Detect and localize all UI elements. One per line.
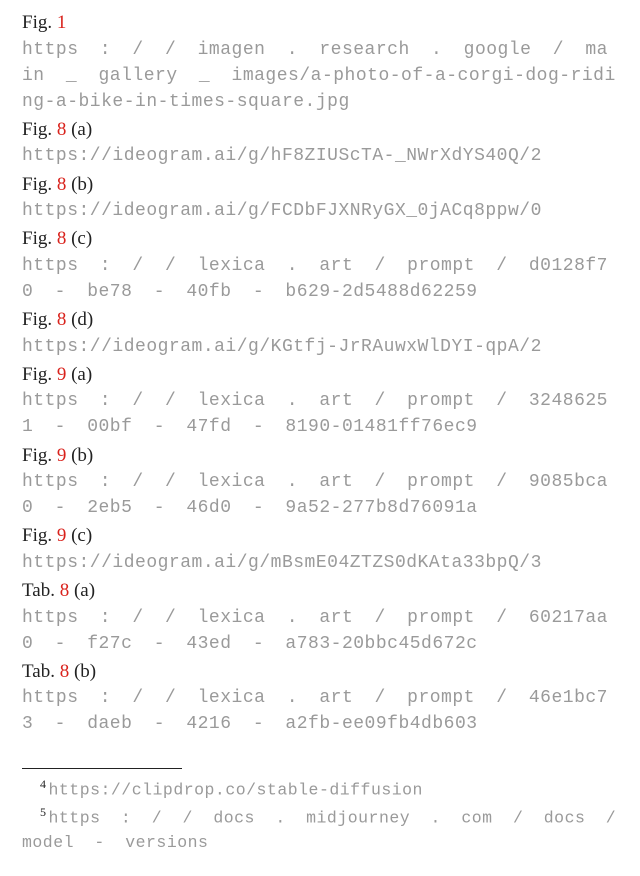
reference-label-line: Fig. 8 (d) — [22, 307, 618, 334]
footnote-marker: 4 — [40, 777, 47, 791]
reference-url[interactable]: https : / / lexica . art / prompt / 9085… — [22, 469, 618, 521]
footnotes: 4https://clipdrop.co/stable-diffusion5ht… — [22, 775, 618, 856]
reference-type: Fig. — [22, 119, 57, 140]
reference-subfigure: (c) — [66, 228, 92, 249]
reference-number: 8 — [60, 580, 70, 601]
reference-url[interactable]: https://ideogram.ai/g/mBsmE04ZTZS0dKAta3… — [22, 550, 618, 576]
reference-type: Tab. — [22, 580, 60, 601]
reference-url[interactable]: https : / / lexica . art / prompt / 46e1… — [22, 685, 618, 737]
reference-type: Fig. — [22, 309, 57, 330]
reference-entry: Fig. 9 (c)https://ideogram.ai/g/mBsmE04Z… — [22, 523, 618, 576]
reference-url[interactable]: https : / / lexica . art / prompt / 6021… — [22, 605, 618, 657]
reference-label-line: Fig. 8 (c) — [22, 226, 618, 253]
reference-url[interactable]: https://ideogram.ai/g/FCDbFJXNRyGX_0jACq… — [22, 198, 618, 224]
reference-type: Tab. — [22, 661, 60, 682]
reference-subfigure: (d) — [66, 309, 93, 330]
reference-subfigure: (b) — [66, 174, 93, 195]
reference-url[interactable]: https://ideogram.ai/g/hF8ZIUScTA-_NWrXdY… — [22, 143, 618, 169]
reference-entry: Fig. 8 (c)https : / / lexica . art / pro… — [22, 226, 618, 305]
reference-entry: Fig. 9 (a)https : / / lexica . art / pro… — [22, 362, 618, 441]
reference-subfigure: (a) — [69, 580, 95, 601]
reference-entry: Tab. 8 (b)https : / / lexica . art / pro… — [22, 659, 618, 738]
reference-subfigure: (b) — [66, 445, 93, 466]
reference-number: 8 — [57, 228, 67, 249]
reference-entry: Fig. 8 (a)https://ideogram.ai/g/hF8ZIUSc… — [22, 117, 618, 170]
reference-url[interactable]: https : / / imagen . research . google /… — [22, 37, 618, 115]
reference-list: Fig. 1https : / / imagen . research . go… — [22, 10, 618, 738]
reference-subfigure: (b) — [69, 661, 96, 682]
reference-type: Fig. — [22, 228, 57, 249]
reference-entry: Tab. 8 (a)https : / / lexica . art / pro… — [22, 578, 618, 657]
reference-label-line: Fig. 9 (b) — [22, 443, 618, 470]
reference-type: Fig. — [22, 174, 57, 195]
reference-number: 9 — [57, 445, 67, 466]
reference-type: Fig. — [22, 445, 57, 466]
footnote-separator — [22, 768, 182, 769]
reference-number: 8 — [57, 119, 67, 140]
reference-number: 1 — [57, 12, 67, 33]
reference-subfigure: (a) — [66, 119, 92, 140]
reference-label-line: Fig. 9 (c) — [22, 523, 618, 550]
reference-entry: Fig. 1https : / / imagen . research . go… — [22, 10, 618, 115]
footnote-entry: 4https://clipdrop.co/stable-diffusion — [22, 775, 618, 803]
reference-url[interactable]: https://ideogram.ai/g/KGtfj-JrRAuwxWlDYI… — [22, 334, 618, 360]
reference-entry: Fig. 8 (d)https://ideogram.ai/g/KGtfj-Jr… — [22, 307, 618, 360]
reference-entry: Fig. 9 (b)https : / / lexica . art / pro… — [22, 443, 618, 522]
reference-entry: Fig. 8 (b)https://ideogram.ai/g/FCDbFJXN… — [22, 172, 618, 225]
reference-label-line: Fig. 8 (a) — [22, 117, 618, 144]
reference-type: Fig. — [22, 12, 57, 33]
reference-url[interactable]: https : / / lexica . art / prompt / d012… — [22, 253, 618, 305]
reference-subfigure: (a) — [66, 364, 92, 385]
reference-number: 8 — [60, 661, 70, 682]
reference-number: 9 — [57, 364, 67, 385]
reference-number: 8 — [57, 174, 67, 195]
reference-type: Fig. — [22, 364, 57, 385]
footnote-url[interactable]: https://clipdrop.co/stable-diffusion — [49, 780, 423, 799]
reference-subfigure: (c) — [66, 525, 92, 546]
reference-label-line: Tab. 8 (a) — [22, 578, 618, 605]
reference-type: Fig. — [22, 525, 57, 546]
reference-number: 9 — [57, 525, 67, 546]
reference-label-line: Fig. 1 — [22, 10, 618, 37]
footnote-marker: 5 — [40, 805, 47, 819]
reference-label-line: Tab. 8 (b) — [22, 659, 618, 686]
footnote-url[interactable]: https : / / docs . midjourney . com / do… — [22, 808, 616, 852]
reference-number: 8 — [57, 309, 67, 330]
reference-label-line: Fig. 8 (b) — [22, 172, 618, 199]
reference-label-line: Fig. 9 (a) — [22, 362, 618, 389]
reference-url[interactable]: https : / / lexica . art / prompt / 3248… — [22, 388, 618, 440]
